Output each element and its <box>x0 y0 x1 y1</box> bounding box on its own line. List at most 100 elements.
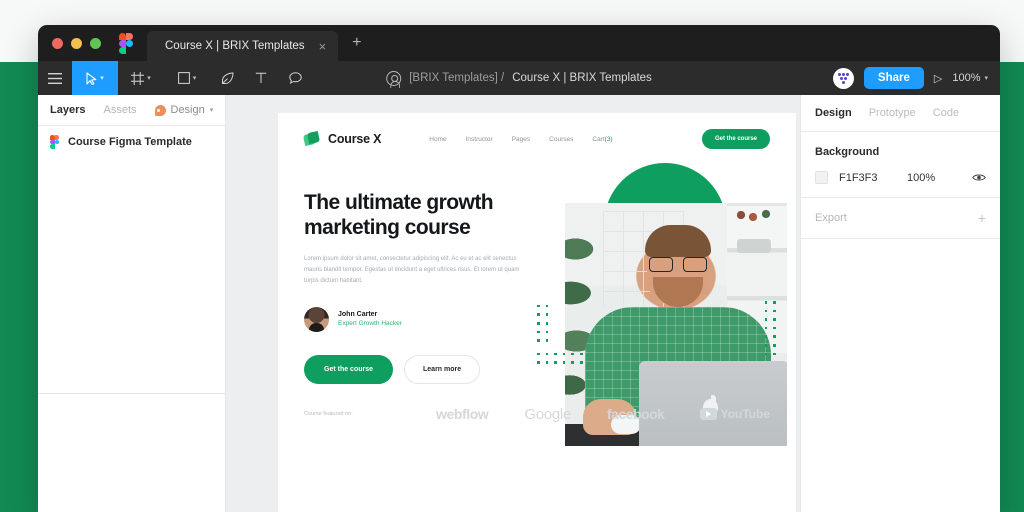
dot-pattern-left-row <box>537 352 583 364</box>
tab-prototype[interactable]: Prototype <box>869 107 916 119</box>
chevron-down-icon: ▾ <box>209 107 214 114</box>
user-avatar-icon <box>386 70 402 88</box>
present-icon[interactable]: ▷ <box>934 72 942 85</box>
color-swatch[interactable] <box>815 171 828 184</box>
cart-label: Cart <box>592 135 605 143</box>
left-panel-bottom-area <box>38 394 225 512</box>
nav-link-home[interactable]: Home <box>429 136 446 143</box>
layer-item-label: Course Figma Template <box>68 135 192 148</box>
nav-link-instructor[interactable]: Instructor <box>466 136 493 143</box>
facebook-logo: facebook <box>606 406 665 423</box>
canvas-area[interactable]: Course X Home Instructor Pages Courses C… <box>226 95 800 512</box>
layer-item-course-figma-template[interactable]: Course Figma Template <box>38 126 225 157</box>
hero-paragraph: Lorem ipsum dolor sit amet, consectetur … <box>304 255 520 284</box>
chevron-down-icon: ▾ <box>984 75 988 82</box>
nav-link-courses[interactable]: Courses <box>549 136 573 143</box>
author-info: John Carter Expert Growth Hacker <box>338 311 402 327</box>
collaborators-avatar[interactable] <box>832 67 854 89</box>
site-logo-label: Course X <box>328 132 382 146</box>
nav-get-the-course-button[interactable]: Get the course <box>701 129 770 149</box>
youtube-logo-label: YouTube <box>720 407 770 422</box>
main-menu-button[interactable] <box>38 61 72 95</box>
youtube-play-icon <box>700 408 718 421</box>
tab-design[interactable]: Design <box>815 107 852 119</box>
hero-art-column <box>532 163 787 446</box>
maximize-window-button[interactable] <box>90 37 101 49</box>
photo-person-glasses <box>649 257 707 272</box>
cursor-icon <box>86 71 97 85</box>
breadcrumb-team[interactable]: [BRIX Templates] / <box>409 72 504 84</box>
dot-pattern-right <box>764 301 776 356</box>
text-icon <box>255 72 267 83</box>
nav-link-pages[interactable]: Pages <box>512 136 530 143</box>
minimize-window-button[interactable] <box>71 37 82 49</box>
background-hex-value[interactable]: F1F3F3 <box>839 172 907 184</box>
move-tool-button[interactable]: ▾ <box>72 61 118 95</box>
comment-tool-button[interactable] <box>278 61 312 95</box>
export-section: Export + <box>801 198 1000 239</box>
tab-assets[interactable]: Assets <box>103 104 136 116</box>
cart-count: (3) <box>604 135 613 143</box>
hero-learn-more-button[interactable]: Learn more <box>404 354 481 384</box>
chevron-down-icon: ▾ <box>192 75 197 82</box>
nav-link-cart[interactable]: Cart(3) <box>592 136 612 143</box>
frame-tool-button[interactable]: ▾ <box>118 61 164 95</box>
tab-layers[interactable]: Layers <box>50 104 85 116</box>
hero-heading: The ultimate growth marketing course <box>304 191 532 241</box>
share-button[interactable]: Share <box>863 67 924 89</box>
hero-section: The ultimate growth marketing course Lor… <box>278 149 796 446</box>
tab-code[interactable]: Code <box>933 107 959 119</box>
close-window-button[interactable] <box>52 37 63 49</box>
chevron-down-icon: ▾ <box>147 75 151 82</box>
author-role: Expert Growth Hacker <box>338 320 402 328</box>
google-logo: Google <box>524 405 571 423</box>
breadcrumb[interactable]: [BRIX Templates] / Course X | BRIX Templ… <box>386 70 652 88</box>
figma-logo-icon <box>119 33 133 54</box>
add-export-button[interactable]: + <box>978 211 986 225</box>
pen-icon <box>221 71 234 84</box>
background-color-row: F1F3F3 100% <box>815 171 986 184</box>
webflow-logo: webflow <box>435 406 489 423</box>
close-icon[interactable]: × <box>319 40 327 53</box>
background-title: Background <box>815 146 880 158</box>
left-panel-tabs: Layers Assets Design ▾ <box>38 95 225 126</box>
right-panel: Design Prototype Code Background F1F3F3 … <box>800 95 1000 512</box>
shape-tool-button[interactable]: ▾ <box>164 61 210 95</box>
zoom-level-label: 100% <box>952 72 981 84</box>
eye-icon[interactable] <box>972 173 986 182</box>
pen-tool-button[interactable] <box>210 61 244 95</box>
featured-label: Course featured on: <box>304 411 353 418</box>
hero-get-the-course-button[interactable]: Get the course <box>304 354 394 384</box>
hero-heading-line1: The ultimate growth <box>304 191 494 214</box>
toolbar-right-group: Share ▷ 100% ▾ <box>832 67 1000 89</box>
new-tab-button[interactable]: + <box>338 35 375 51</box>
layer-list-empty-area <box>38 157 225 393</box>
zoom-control[interactable]: 100% ▾ <box>952 72 988 84</box>
design-dropdown[interactable]: Design ▾ <box>154 104 214 116</box>
app-body: Layers Assets Design ▾ Course Figma Temp… <box>38 95 1000 512</box>
text-tool-button[interactable] <box>244 61 278 95</box>
browser-tab-strip: Course X | BRIX Templates × + <box>38 25 1000 61</box>
left-panel: Layers Assets Design ▾ Course Figma Temp… <box>38 95 226 512</box>
author-avatar <box>304 306 329 332</box>
breadcrumb-file[interactable]: Course X | BRIX Templates <box>512 72 652 84</box>
file-tab-label: Course X | BRIX Templates <box>165 40 305 52</box>
avatar-dots-icon <box>837 73 849 84</box>
file-tab[interactable]: Course X | BRIX Templates × <box>147 31 339 61</box>
figma-toolbar: ▾ ▾ ▾ [BRIX Templates] / Course X | BRIX… <box>38 61 1000 95</box>
dot-pattern-left-column <box>537 304 549 342</box>
window-traffic-lights <box>50 25 107 61</box>
export-label: Export <box>815 212 847 224</box>
figma-window: Course X | BRIX Templates × + ▾ ▾ ▾ [BRI… <box>38 25 1000 512</box>
site-nav-links: Home Instructor Pages Courses Cart(3) <box>429 136 612 143</box>
background-section: Background F1F3F3 100% <box>801 132 1000 198</box>
youtube-logo: YouTube <box>700 407 770 421</box>
author-block: John Carter Expert Growth Hacker <box>304 306 532 332</box>
design-frame[interactable]: Course X Home Instructor Pages Courses C… <box>278 113 796 512</box>
background-opacity-value[interactable]: 100% <box>907 172 935 184</box>
site-logo[interactable]: Course X <box>302 130 382 148</box>
featured-on-section: Course featured on: webflow Google faceb… <box>278 406 796 423</box>
course-x-logo-icon <box>302 130 321 148</box>
frame-icon <box>131 71 145 85</box>
hero-buttons: Get the course Learn more <box>304 354 532 384</box>
